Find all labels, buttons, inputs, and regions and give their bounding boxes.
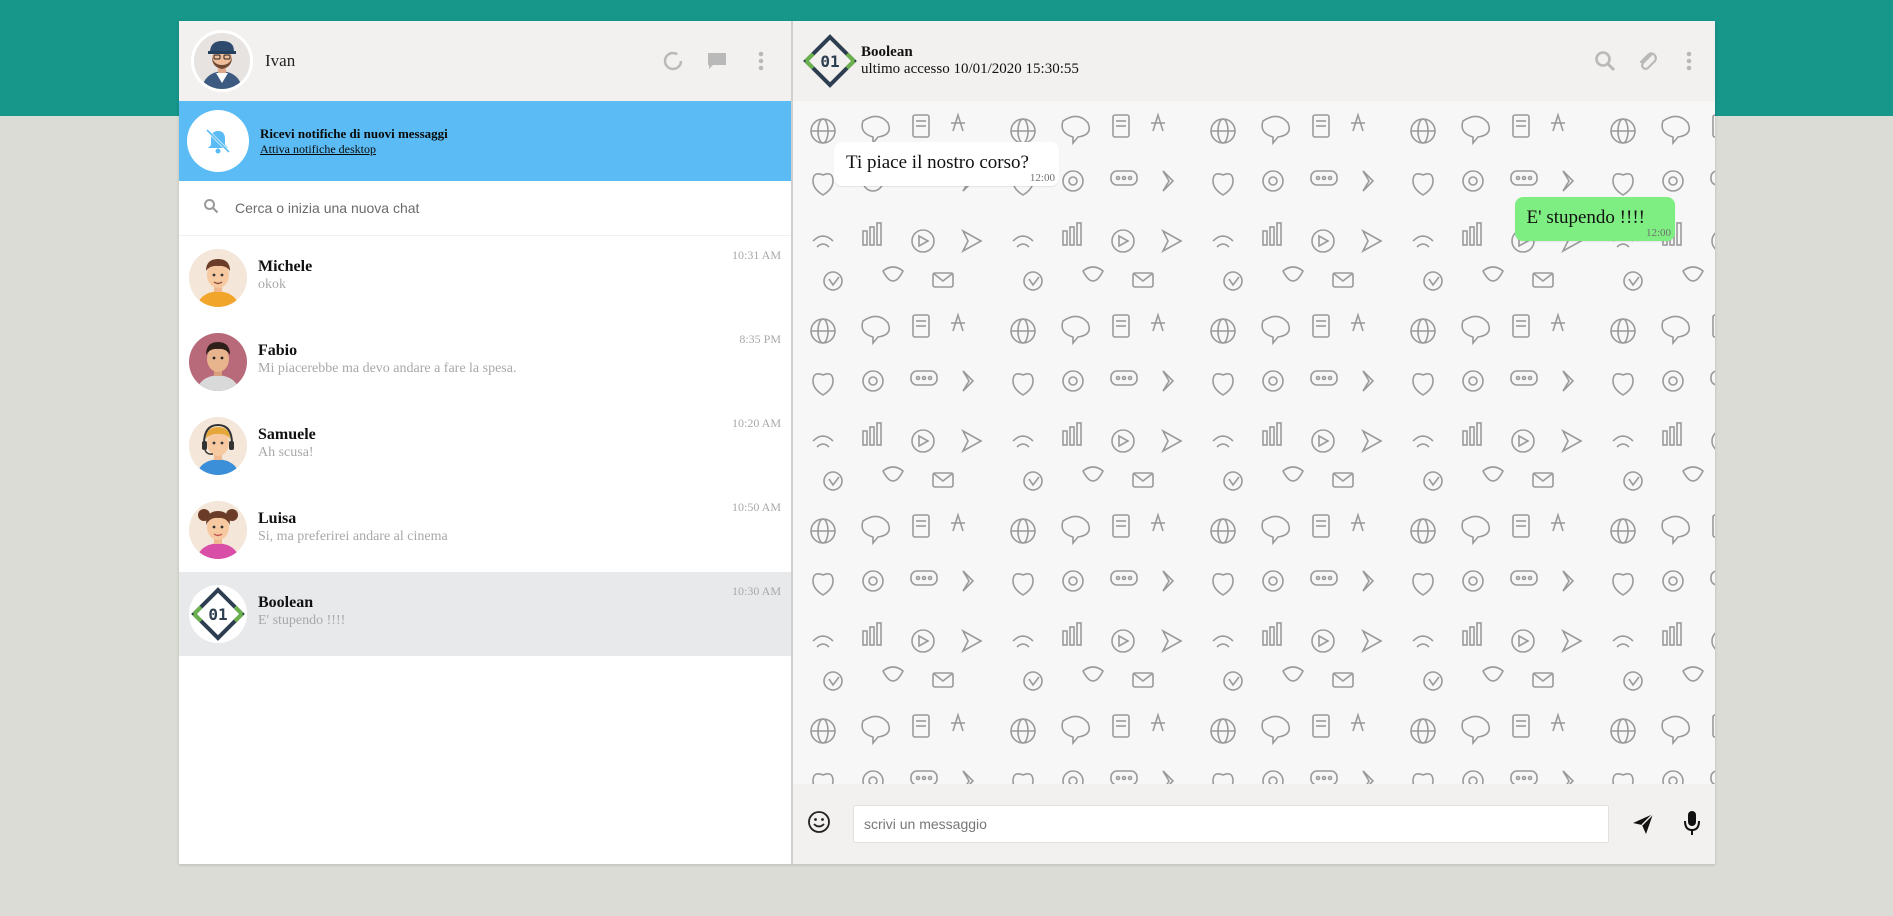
notification-banner: Ricevi notifiche di nuovi messaggi Attiv… [179, 101, 791, 181]
chat-item-boolean[interactable]: 01 Boolean E' stupendo !!!! 10:30 AM [179, 572, 791, 656]
message-received[interactable]: Ti piace il nostro corso? 12:00 [834, 142, 1059, 186]
chat-list: Michele okok 10:31 AM Fabio Mi piacerebb… [179, 236, 791, 864]
chat-time: 10:20 AM [731, 416, 781, 430]
avatar [189, 333, 247, 391]
messages-area: Ti piace il nostro corso? 12:00 E' stupe… [793, 101, 1715, 784]
chat-last-message: Mi piacerebbe ma devo andare a fare la s… [258, 360, 517, 376]
enable-notifications-link[interactable]: Attiva notifiche desktop [260, 142, 448, 157]
chat-name: Luisa [258, 509, 297, 527]
bell-off-icon [187, 110, 249, 172]
chat-name: Samuele [258, 425, 316, 443]
send-icon[interactable] [1631, 812, 1655, 841]
contact-avatar[interactable]: 01 [801, 32, 859, 90]
avatar [189, 417, 247, 475]
avatar [189, 249, 247, 307]
menu-dots-icon[interactable] [749, 49, 773, 73]
search-bar [179, 181, 791, 236]
composer [793, 784, 1715, 864]
chat-icon[interactable] [705, 49, 729, 73]
left-panel: Ivan Ricevi notifiche di nuovi messaggi … [179, 21, 793, 864]
message-input[interactable] [853, 805, 1609, 843]
chat-time: 10:50 AM [731, 500, 781, 514]
chat-name: Michele [258, 257, 313, 275]
contact-name: Boolean [861, 44, 913, 60]
notification-title: Ricevi notifiche di nuovi messaggi [260, 125, 448, 141]
menu-dots-icon[interactable] [1677, 49, 1701, 73]
avatar: 01 [189, 585, 247, 643]
left-header-icons [661, 21, 773, 101]
status-icon[interactable] [661, 49, 685, 73]
conversation-panel: 01 Boolean ultimo accesso 10/01/2020 15:… [793, 21, 1715, 864]
conversation-header-icons [1593, 21, 1701, 101]
svg-text:01: 01 [208, 605, 227, 624]
left-header: Ivan [179, 21, 791, 101]
chat-item-luisa[interactable]: Luisa Si, ma preferirei andare al cinema… [179, 488, 791, 572]
avatar [189, 501, 247, 559]
message-sent[interactable]: E' stupendo !!!! 12:00 [1514, 197, 1675, 241]
paperclip-icon[interactable] [1635, 49, 1659, 73]
svg-text:01: 01 [820, 52, 839, 71]
message-text: E' stupendo !!!! [1526, 207, 1645, 228]
search-icon[interactable] [1593, 49, 1617, 73]
my-name: Ivan [265, 51, 296, 70]
search-input[interactable] [233, 199, 737, 217]
conversation-header: 01 Boolean ultimo accesso 10/01/2020 15:… [793, 21, 1715, 101]
chat-item-samuele[interactable]: Samuele Ah scusa! 10:20 AM [179, 404, 791, 488]
search-icon [203, 198, 219, 219]
chat-item-fabio[interactable]: Fabio Mi piacerebbe ma devo andare a far… [179, 320, 791, 404]
contact-last-seen: ultimo accesso 10/01/2020 15:30:55 [861, 61, 1079, 77]
chat-last-message: okok [258, 276, 286, 292]
message-time: 12:00 [1029, 172, 1055, 184]
chat-name: Fabio [258, 341, 298, 359]
message-text: Ti piace il nostro corso? [846, 152, 1029, 173]
chat-time: 8:35 PM [739, 332, 781, 346]
chat-last-message: Ah scusa! [258, 444, 314, 460]
chat-last-message: Si, ma preferirei andare al cinema [258, 528, 448, 544]
emoji-icon[interactable] [807, 810, 831, 839]
whatsapp-app: Ivan Ricevi notifiche di nuovi messaggi … [179, 21, 1715, 864]
chat-name: Boolean [258, 593, 314, 611]
chat-time: 10:31 AM [731, 248, 781, 262]
chat-time: 10:30 AM [731, 584, 781, 598]
chat-last-message: E' stupendo !!!! [258, 612, 346, 628]
my-avatar[interactable] [191, 30, 253, 92]
message-time: 12:00 [1645, 227, 1671, 239]
microphone-icon[interactable] [1683, 810, 1701, 841]
chat-item-michele[interactable]: Michele okok 10:31 AM [179, 236, 791, 320]
